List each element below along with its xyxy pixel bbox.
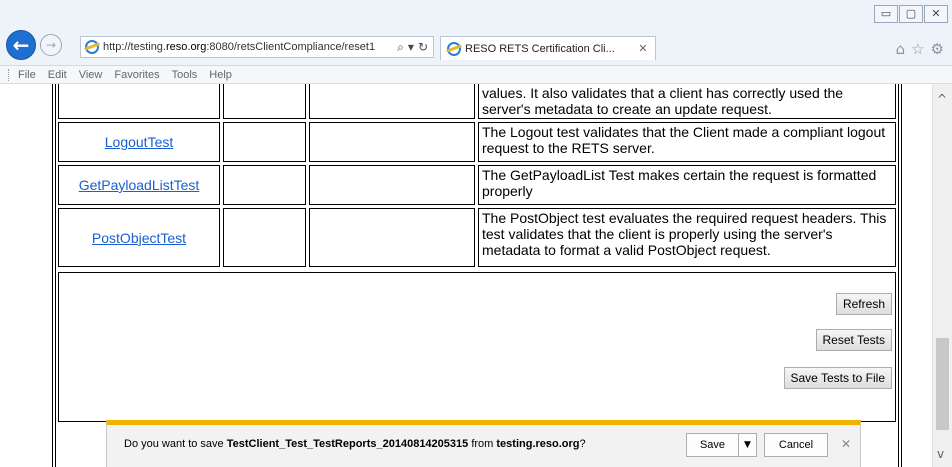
status-cell	[309, 208, 475, 267]
download-message-middle: from	[468, 438, 497, 450]
minimize-icon[interactable]: ▭	[874, 5, 898, 23]
logout-test-link[interactable]: LogoutTest	[105, 134, 174, 150]
scroll-up-icon[interactable]: ^	[937, 92, 947, 106]
table-row: GetPayloadListTest The GetPayloadList Te…	[58, 165, 896, 205]
url-domain: reso.org	[165, 41, 207, 53]
close-icon[interactable]: ✕	[841, 437, 851, 451]
close-icon[interactable]: ✕	[924, 5, 948, 23]
table-row: LogoutTest The Logout test validates tha…	[58, 122, 896, 162]
dropdown-icon[interactable]: ▾	[408, 40, 414, 54]
download-cancel-button[interactable]: Cancel	[764, 433, 828, 457]
test-name-cell: PostObjectTest	[58, 208, 220, 267]
actions-panel: Refresh Reset Tests Save Tests to File	[58, 272, 896, 422]
menu-tools[interactable]: Tools	[172, 69, 198, 81]
favorites-star-icon[interactable]: ☆	[911, 40, 924, 58]
menu-file[interactable]: File	[18, 69, 36, 81]
scroll-down-icon[interactable]: v	[937, 447, 944, 461]
test-name-cell: LogoutTest	[58, 122, 220, 162]
vertical-scrollbar[interactable]: ^ v	[932, 84, 952, 467]
test-description: The GetPayloadList Test makes certain th…	[478, 165, 896, 205]
test-name-cell	[58, 84, 220, 119]
address-bar[interactable]: http://testing.reso.org:8080/retsClientC…	[80, 36, 434, 58]
reset-tests-button[interactable]: Reset Tests	[815, 329, 892, 351]
forward-button[interactable]: →	[40, 34, 62, 56]
table-row: values. It also validates that a client …	[58, 84, 896, 119]
menu-bar: File Edit View Favorites Tools Help	[0, 66, 952, 84]
save-options-dropdown-icon[interactable]: ▼	[739, 433, 757, 457]
save-tests-to-file-button[interactable]: Save Tests to File	[783, 367, 892, 389]
download-filename: TestClient_Test_TestReports_201408142053…	[226, 438, 469, 450]
post-object-test-link[interactable]: PostObjectTest	[92, 230, 186, 246]
download-message-prefix: Do you want to save	[124, 438, 227, 450]
download-message: Do you want to save TestClient_Test_Test…	[124, 438, 586, 450]
test-description: The PostObject test evaluates the requir…	[478, 208, 896, 267]
download-save-button[interactable]: Save	[686, 433, 739, 457]
gear-icon[interactable]: ⚙	[931, 40, 944, 58]
tab-close-icon[interactable]: ✕	[635, 42, 651, 55]
address-tools: ⌕ ▾ ↻	[392, 40, 433, 55]
table-row: PostObjectTest The PostObject test evalu…	[58, 208, 896, 267]
result-cell	[223, 165, 306, 205]
test-description: The Logout test validates that the Clien…	[478, 122, 896, 162]
scrollbar-thumb[interactable]	[936, 338, 949, 430]
result-cell	[223, 84, 306, 119]
back-button[interactable]: ←	[6, 30, 36, 60]
refresh-icon[interactable]: ↻	[418, 40, 428, 54]
home-icon[interactable]: ⌂	[896, 40, 906, 58]
status-cell	[309, 84, 475, 119]
menu-help[interactable]: Help	[209, 69, 232, 81]
maximize-icon[interactable]: ▢	[899, 5, 923, 23]
get-payload-list-test-link[interactable]: GetPayloadListTest	[79, 177, 200, 193]
download-message-suffix: ?	[579, 438, 586, 450]
toolbar-icons: ⌂ ☆ ⚙	[896, 40, 944, 58]
status-cell	[309, 122, 475, 162]
test-name-cell: GetPayloadListTest	[58, 165, 220, 205]
tab-reso-rets[interactable]: RESO RETS Certification Cli... ✕	[440, 36, 656, 60]
menu-favorites[interactable]: Favorites	[114, 69, 159, 81]
download-notification-bar: Do you want to save TestClient_Test_Test…	[106, 420, 861, 467]
result-cell	[223, 122, 306, 162]
window-controls: ▭ ▢ ✕	[874, 5, 948, 23]
status-cell	[309, 165, 475, 205]
menu-edit[interactable]: Edit	[48, 69, 67, 81]
tab-title: RESO RETS Certification Cli...	[465, 42, 615, 55]
browser-chrome: ▭ ▢ ✕ ← → http://testing.reso.org:8080/r…	[0, 0, 952, 66]
refresh-button[interactable]: Refresh	[835, 293, 892, 315]
page-content: values. It also validates that a client …	[0, 84, 932, 467]
ie-page-icon	[85, 40, 99, 54]
address-url[interactable]: http://testing.reso.org:8080/retsClientC…	[103, 41, 392, 53]
navigation-buttons: ← →	[6, 30, 62, 60]
search-icon[interactable]: ⌕	[397, 40, 404, 55]
ie-tab-icon	[447, 41, 461, 56]
menu-grip	[8, 68, 10, 81]
test-description: values. It also validates that a client …	[478, 84, 896, 119]
url-suffix: :8080/retsClientCompliance/reset1	[206, 41, 376, 53]
menu-view[interactable]: View	[79, 69, 103, 81]
download-source: testing.reso.org	[496, 438, 580, 450]
result-cell	[223, 208, 306, 267]
url-prefix: http://testing.	[103, 41, 166, 53]
